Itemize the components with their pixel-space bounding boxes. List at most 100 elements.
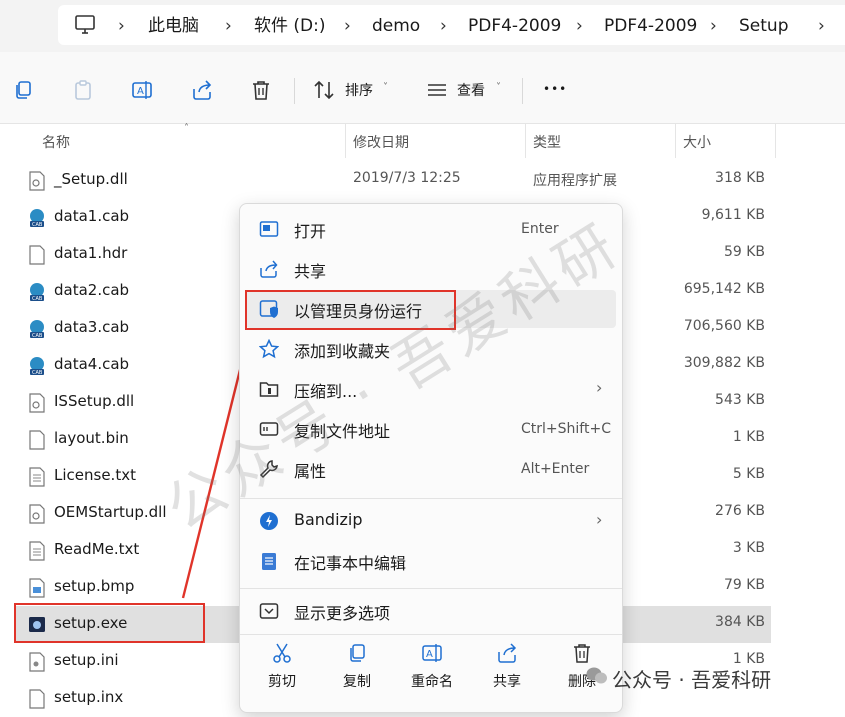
- column-type[interactable]: 类型: [533, 132, 561, 152]
- menu-item-share[interactable]: 共享: [246, 250, 616, 288]
- more-options-button[interactable]: •••: [543, 82, 567, 96]
- star-icon: [259, 339, 279, 359]
- file-name: layout.bin: [54, 429, 129, 447]
- dll-file-icon: [29, 171, 45, 191]
- copy-path-icon: [259, 422, 279, 436]
- view-icon[interactable]: [426, 79, 448, 101]
- svg-text:CAB: CAB: [32, 370, 43, 376]
- open-window-icon: [259, 221, 279, 237]
- column-date[interactable]: 修改日期: [353, 132, 409, 152]
- image-file-icon: [29, 578, 45, 598]
- breadcrumb-setup[interactable]: Setup: [739, 0, 788, 52]
- breadcrumb-pdf4-2009-sub[interactable]: PDF4-2009: [604, 0, 697, 52]
- share-icon: [498, 643, 517, 663]
- file-size: 3 KB: [732, 540, 765, 556]
- file-name: setup.inx: [54, 688, 124, 706]
- file-size: 276 KB: [715, 503, 765, 519]
- delete-icon[interactable]: [250, 79, 272, 101]
- rename-icon[interactable]: A: [131, 79, 153, 101]
- chevron-down-icon: ˅: [496, 82, 501, 93]
- svg-text:A: A: [137, 86, 144, 97]
- scissors-icon: [273, 643, 291, 663]
- file-size: 309,882 KB: [683, 355, 765, 371]
- menu-item-compress-to[interactable]: 压缩到... ›: [246, 370, 616, 408]
- sort-button[interactable]: 排序: [345, 80, 373, 100]
- menu-item-bandizip[interactable]: Bandizip ›: [246, 502, 616, 540]
- cab-file-icon: CAB: [30, 283, 44, 302]
- breadcrumb-this-pc[interactable]: 此电脑: [148, 0, 199, 52]
- text-file-icon: [29, 467, 45, 487]
- file-name: setup.bmp: [54, 577, 135, 595]
- quick-action-cut[interactable]: 剪切: [252, 642, 312, 691]
- cab-file-icon: CAB: [30, 209, 44, 228]
- breadcrumb-demo[interactable]: demo: [372, 0, 420, 52]
- menu-item-add-to-favorites[interactable]: 添加到收藏夹: [246, 330, 616, 368]
- menu-divider: [240, 588, 622, 589]
- menu-item-show-more-options[interactable]: 显示更多选项: [246, 592, 616, 630]
- address-bar: › 此电脑 › 软件 (D:) › demo › PDF4-2009 › PDF…: [0, 0, 845, 52]
- generic-file-icon: [29, 245, 45, 265]
- cab-file-icon: CAB: [30, 357, 44, 376]
- this-pc-icon[interactable]: [74, 15, 96, 35]
- quick-action-rename[interactable]: A 重命名: [402, 642, 462, 691]
- file-size: 384 KB: [715, 614, 765, 630]
- dll-file-icon: [29, 504, 45, 524]
- chevron-right-icon: ›: [710, 16, 717, 36]
- file-size: 318 KB: [715, 170, 765, 186]
- file-name: License.txt: [54, 466, 136, 484]
- menu-item-copy-path[interactable]: 复制文件地址 Ctrl+Shift+C: [246, 410, 616, 448]
- chevron-right-icon: ›: [440, 16, 447, 36]
- file-size: 9,611 KB: [701, 207, 765, 223]
- column-size[interactable]: 大小: [683, 132, 711, 152]
- quick-action-copy[interactable]: 复制: [327, 642, 387, 691]
- menu-divider: [240, 498, 622, 499]
- bandizip-icon: [260, 512, 278, 530]
- file-name: data3.cab: [54, 318, 130, 336]
- chevron-right-icon: ›: [596, 378, 603, 397]
- chevron-right-icon: ›: [344, 16, 351, 36]
- file-size: 706,560 KB: [683, 318, 765, 334]
- file-name: data2.cab: [54, 281, 130, 299]
- file-name: ISSetup.dll: [54, 392, 135, 410]
- column-divider[interactable]: [525, 124, 526, 158]
- column-headers: ˄ 名称 修改日期 类型 大小: [0, 123, 845, 158]
- paste-icon[interactable]: [72, 79, 94, 101]
- column-divider[interactable]: [675, 124, 676, 158]
- share-icon: [260, 260, 278, 278]
- share-icon[interactable]: [191, 79, 213, 101]
- menu-divider: [240, 634, 622, 635]
- menu-item-edit-in-notepad[interactable]: 在记事本中编辑: [246, 542, 616, 580]
- file-name: setup.ini: [54, 651, 119, 669]
- file-name: data4.cab: [54, 355, 130, 373]
- wrench-icon: [259, 460, 278, 479]
- breadcrumb-pdf4-2009[interactable]: PDF4-2009: [468, 0, 561, 52]
- column-name[interactable]: 名称: [42, 132, 70, 152]
- generic-file-icon: [29, 689, 45, 709]
- chevron-right-icon: ›: [225, 16, 232, 36]
- file-size: 5 KB: [732, 466, 765, 482]
- dll-file-icon: [29, 393, 45, 413]
- copy-icon[interactable]: [12, 79, 34, 101]
- column-divider[interactable]: [345, 124, 346, 158]
- menu-item-properties[interactable]: 属性 Alt+Enter: [246, 450, 616, 488]
- highlight-box-run-as-admin: [245, 290, 456, 330]
- quick-action-share[interactable]: 共享: [477, 642, 537, 691]
- file-type: 应用程序扩展: [533, 173, 617, 189]
- sort-ascending-icon: ˄: [184, 123, 189, 134]
- file-name: _Setup.dll: [54, 170, 128, 188]
- view-button[interactable]: 查看: [457, 80, 485, 100]
- toolbar-divider: [294, 78, 295, 104]
- file-name: data1.hdr: [54, 244, 128, 262]
- rename-icon: A: [422, 644, 442, 662]
- file-size: 79 KB: [723, 577, 765, 593]
- file-name: ReadMe.txt: [54, 540, 140, 558]
- menu-item-open[interactable]: 打开 Enter: [246, 210, 616, 248]
- sort-icon[interactable]: [313, 79, 335, 101]
- text-file-icon: [29, 541, 45, 561]
- svg-text:CAB: CAB: [32, 222, 43, 228]
- file-row[interactable]: _Setup.dll 2019/7/3 12:25 应用程序扩展 318 KB: [16, 162, 771, 199]
- generic-file-icon: [29, 430, 45, 450]
- breadcrumb-drive-d[interactable]: 软件 (D:): [254, 0, 326, 52]
- trash-icon: [574, 644, 590, 663]
- column-divider[interactable]: [775, 124, 776, 158]
